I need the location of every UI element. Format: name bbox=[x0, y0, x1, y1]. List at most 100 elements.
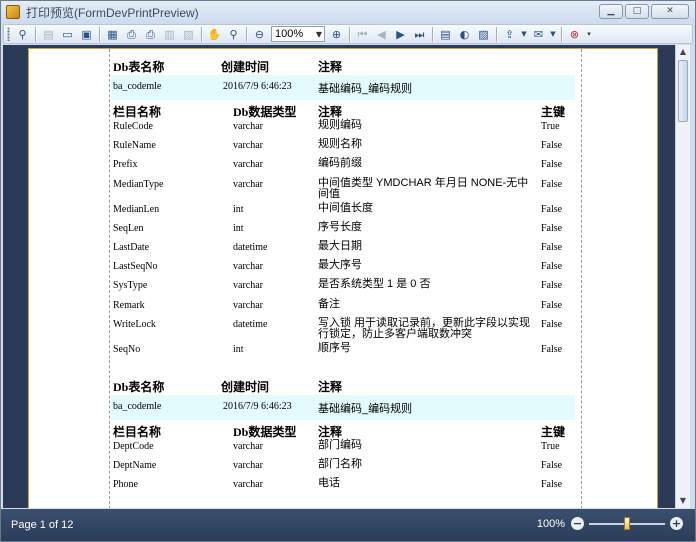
field-row: Phone varchar 电话 False bbox=[111, 477, 575, 496]
field-row: Remark varchar 备注 False bbox=[111, 298, 575, 317]
field-pk: True bbox=[541, 121, 560, 132]
last-page-icon[interactable]: ⏭ bbox=[411, 26, 428, 43]
page-margin-right bbox=[581, 49, 582, 508]
field-name: SeqLen bbox=[113, 222, 144, 234]
field-pk: False bbox=[541, 318, 563, 330]
next-page-icon[interactable]: ▶ bbox=[392, 26, 409, 43]
document-area[interactable]: Db表名称 创建时间 注释 ba_codemle 2016/7/9 6:46:2… bbox=[3, 45, 675, 508]
field-comment: 规则编码 bbox=[318, 119, 362, 131]
field-row: LastSeqNo varchar 最大序号 False bbox=[111, 259, 575, 278]
field-pk: False bbox=[541, 460, 563, 472]
field-name: LastSeqNo bbox=[113, 261, 158, 273]
first-page-icon[interactable]: ⏮ bbox=[354, 26, 371, 43]
field-type: varchar bbox=[233, 479, 263, 491]
field-type: varchar bbox=[233, 440, 263, 452]
watermark2-icon[interactable]: ▨ bbox=[475, 26, 492, 43]
zoom-combo[interactable]: 100% ▼ bbox=[271, 26, 325, 42]
table-name: ba_codemle bbox=[113, 400, 162, 412]
toolbar-overflow-icon[interactable]: ▾ bbox=[585, 26, 593, 43]
zoom-control: 100% − + bbox=[536, 516, 683, 530]
zoom-slider-thumb[interactable] bbox=[624, 516, 630, 530]
field-list: RuleCode varchar 规则编码 True RuleName varchar 规则… bbox=[111, 119, 575, 361]
export-dropdown-icon[interactable]: ▼ bbox=[520, 26, 528, 43]
field-row: MedianType varchar 中间值类型 YMDCHAR 年月日 NONE-… bbox=[111, 177, 575, 202]
folder-icon[interactable]: ▭ bbox=[59, 26, 76, 43]
window-controls: ▁ □ ✕ bbox=[599, 4, 689, 19]
save-icon[interactable]: ▣ bbox=[78, 26, 95, 43]
binoculars-icon[interactable]: ⚲ bbox=[14, 26, 31, 43]
field-header-name: 栏目名称 bbox=[113, 424, 162, 439]
app-icon bbox=[6, 5, 20, 19]
hand-icon[interactable]: ✋ bbox=[206, 26, 223, 43]
minimize-button[interactable]: ▁ bbox=[599, 4, 623, 19]
toolbar-separator bbox=[35, 26, 36, 42]
zoom-in-icon[interactable]: ⊕ bbox=[328, 26, 345, 43]
field-row: RuleCode varchar 规则编码 True bbox=[111, 119, 575, 138]
zoom-out-icon[interactable]: − bbox=[571, 517, 584, 530]
magnifier-icon[interactable]: ⚲ bbox=[225, 26, 242, 43]
multi-page-icon[interactable]: ▤ bbox=[437, 26, 454, 43]
field-pk: False bbox=[541, 479, 563, 491]
scroll-down-icon[interactable]: ▼ bbox=[676, 494, 690, 508]
window-title: 打印预览(FormDevPrintPreview) bbox=[26, 5, 199, 20]
header-table-name: Db表名称 bbox=[113, 379, 165, 394]
toolbar-separator bbox=[496, 26, 497, 42]
header-created-time: 创建时间 bbox=[221, 60, 270, 74]
header-table-name: Db表名称 bbox=[113, 60, 165, 74]
field-row: LastDate datetime 最大日期 False bbox=[111, 240, 575, 259]
field-row: SysType varchar 是否系统类型 1 是 0 否 False bbox=[111, 278, 575, 297]
field-comment: 序号长度 bbox=[318, 220, 362, 233]
maximize-button[interactable]: □ bbox=[625, 4, 649, 19]
toolbar: ⚲ ▤ ▭ ▣ ▦ ⎙ ⎙ ▥ ▧ ✋ ⚲ ⊖ 100% ▼ ⊕ ⏮ ◀ ▶ ⏭… bbox=[3, 24, 693, 44]
close-preview-icon[interactable]: ⊗ bbox=[566, 26, 583, 43]
table-created: 2016/7/9 6:46:23 bbox=[223, 400, 292, 412]
table-info-row: ba_codemle 2016/7/9 6:46:23 基础编码_编码规则 bbox=[111, 394, 575, 420]
print-quick-icon[interactable]: ⎙ bbox=[142, 26, 159, 43]
field-header-comment: 注释 bbox=[318, 424, 343, 439]
preview-page: Db表名称 创建时间 注释 ba_codemle 2016/7/9 6:46:2… bbox=[28, 48, 658, 508]
scroll-up-icon[interactable]: ▲ bbox=[676, 45, 690, 59]
toolbar-grip-icon[interactable] bbox=[7, 27, 10, 41]
table-info-row: ba_codemle 2016/7/9 6:46:23 基础编码_编码规则 bbox=[111, 75, 575, 100]
field-header-type: Db数据类型 bbox=[233, 424, 297, 439]
zoom-slider[interactable] bbox=[589, 516, 665, 530]
header-comment: 注释 bbox=[318, 379, 343, 394]
field-header-pk: 主键 bbox=[541, 424, 566, 439]
zoom-out-icon[interactable]: ⊖ bbox=[251, 26, 268, 43]
field-name: Remark bbox=[113, 299, 145, 311]
zoom-in-icon[interactable]: + bbox=[670, 517, 683, 530]
page-setup-icon[interactable]: ▦ bbox=[104, 26, 121, 43]
scroll-thumb[interactable] bbox=[678, 60, 688, 122]
vertical-scrollbar[interactable]: ▲ ▼ bbox=[675, 45, 690, 508]
page-layout-icon[interactable]: ▥ bbox=[161, 26, 178, 43]
field-row: RuleName varchar 规则名称 False bbox=[111, 138, 575, 157]
field-row: DeptName varchar 部门名称 False bbox=[111, 458, 575, 477]
close-button[interactable]: ✕ bbox=[651, 4, 689, 19]
field-pk: False bbox=[541, 241, 563, 253]
field-pk: False bbox=[541, 299, 563, 311]
table-comment: 基础编码_编码规则 bbox=[318, 402, 413, 415]
toolbar-separator bbox=[349, 26, 350, 42]
table-created: 2016/7/9 6:46:23 bbox=[223, 81, 292, 92]
field-header-comment: 注释 bbox=[318, 105, 343, 119]
color-icon[interactable]: ◐ bbox=[456, 26, 473, 43]
page-indicator: Page 1 of 12 bbox=[11, 519, 74, 531]
field-row: SeqNo int 顺序号 False bbox=[111, 342, 575, 361]
field-comment: 部门编码 bbox=[318, 438, 362, 451]
chevron-down-icon[interactable]: ▼ bbox=[316, 30, 322, 39]
field-comment: 中间值类型 YMDCHAR 年月日 NONE-无中间值 bbox=[318, 176, 529, 200]
print-icon[interactable]: ⎙ bbox=[123, 26, 140, 43]
field-name: DeptCode bbox=[113, 440, 154, 452]
prev-page-icon[interactable]: ◀ bbox=[373, 26, 390, 43]
open-icon[interactable]: ▤ bbox=[40, 26, 57, 43]
report-content: Db表名称 创建时间 注释 ba_codemle 2016/7/9 6:46:2… bbox=[111, 53, 575, 496]
watermark-icon[interactable]: ▧ bbox=[180, 26, 197, 43]
block-gap bbox=[111, 361, 575, 373]
field-pk: False bbox=[541, 261, 563, 273]
send-dropdown-icon[interactable]: ▼ bbox=[549, 26, 557, 43]
zoom-percent: 100% bbox=[536, 517, 565, 530]
export-icon[interactable]: ⇪ bbox=[501, 26, 518, 43]
send-icon[interactable]: ✉ bbox=[530, 26, 547, 43]
zoom-combo-value: 100% bbox=[275, 28, 304, 40]
field-type: varchar bbox=[233, 140, 263, 152]
